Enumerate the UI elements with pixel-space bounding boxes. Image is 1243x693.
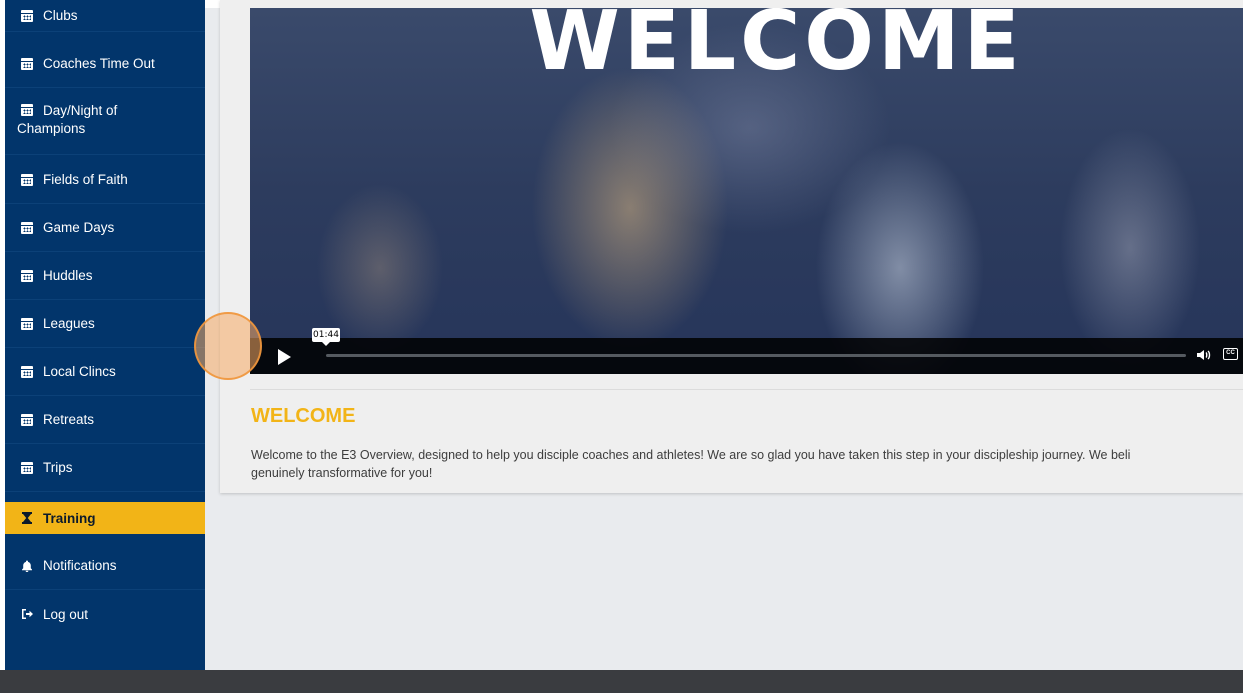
sidebar-item-notifications[interactable]: Notifications bbox=[5, 542, 205, 590]
calendar-icon bbox=[21, 317, 33, 330]
progress-bar[interactable] bbox=[326, 354, 1186, 357]
sidebar-item-label: Day/Night of bbox=[43, 103, 118, 118]
video-controls: CC bbox=[250, 338, 1243, 374]
sidebar-item-coaches-time-out[interactable]: Coaches Time Out bbox=[5, 40, 205, 88]
calendar-icon bbox=[21, 173, 33, 186]
welcome-line-1: Welcome to the E3 Overview, designed to … bbox=[251, 448, 1131, 462]
sidebar-item-label: Log out bbox=[43, 606, 89, 622]
section-heading: WELCOME bbox=[251, 405, 356, 427]
sidebar-item-retreats[interactable]: Retreats bbox=[5, 396, 205, 444]
sidebar-item-game-days[interactable]: Game Days bbox=[5, 204, 205, 252]
sidebar: Clubs Coaches Time Out Day/Night of Cham… bbox=[5, 0, 205, 670]
sidebar-item-leagues[interactable]: Leagues bbox=[5, 300, 205, 348]
calendar-icon bbox=[21, 9, 33, 22]
sidebar-item-label: Training bbox=[43, 510, 96, 526]
sidebar-item-label: Notifications bbox=[43, 558, 117, 573]
welcome-line-2: genuinely transformative for you! bbox=[251, 466, 433, 480]
calendar-icon bbox=[21, 104, 33, 116]
sidebar-item-label: Trips bbox=[43, 460, 73, 475]
hourglass-icon bbox=[21, 512, 33, 524]
sidebar-item-label: Huddles bbox=[43, 268, 93, 283]
sidebar-item-label: Leagues bbox=[43, 316, 95, 331]
sidebar-item-training[interactable]: Training bbox=[5, 502, 205, 534]
sign-out-icon bbox=[21, 608, 33, 620]
calendar-icon bbox=[21, 365, 33, 378]
cursor-highlight bbox=[194, 312, 262, 380]
volume-icon[interactable] bbox=[1196, 347, 1212, 363]
sidebar-item-label: Coaches Time Out bbox=[43, 56, 155, 71]
sidebar-item-label: Fields of Faith bbox=[43, 172, 128, 187]
sidebar-item-fields-of-faith[interactable]: Fields of Faith bbox=[5, 156, 205, 204]
sidebar-item-label-line2: Champions bbox=[17, 121, 86, 136]
video-title-overlay: WELCOME bbox=[529, 8, 1024, 89]
calendar-icon bbox=[21, 269, 33, 282]
play-button[interactable] bbox=[262, 346, 306, 370]
sidebar-item-day-night-of-champions[interactable]: Day/Night of Champions bbox=[5, 89, 205, 155]
footer-bar bbox=[0, 670, 1243, 693]
calendar-icon bbox=[21, 57, 33, 70]
calendar-icon bbox=[21, 461, 33, 474]
closed-captions-icon[interactable]: CC bbox=[1223, 348, 1238, 360]
calendar-icon bbox=[21, 221, 33, 234]
sidebar-item-huddles[interactable]: Huddles bbox=[5, 252, 205, 300]
divider bbox=[250, 389, 1243, 390]
sidebar-item-label: Game Days bbox=[43, 220, 115, 235]
calendar-icon bbox=[21, 413, 33, 426]
sidebar-item-log-out[interactable]: Log out bbox=[5, 590, 205, 638]
sidebar-item-label: Local Clincs bbox=[43, 364, 116, 379]
welcome-description: Welcome to the E3 Overview, designed to … bbox=[251, 446, 1241, 482]
video-player[interactable]: WELCOME CC bbox=[250, 8, 1243, 374]
sidebar-item-trips[interactable]: Trips bbox=[5, 444, 205, 492]
sidebar-item-local-clincs[interactable]: Local Clincs bbox=[5, 348, 205, 396]
sidebar-item-clubs[interactable]: Clubs bbox=[5, 0, 205, 32]
sidebar-item-label: Clubs bbox=[43, 8, 78, 23]
hover-time-tooltip: 01:44 bbox=[312, 328, 340, 346]
bell-icon bbox=[21, 560, 33, 572]
sidebar-item-label: Retreats bbox=[43, 412, 95, 427]
